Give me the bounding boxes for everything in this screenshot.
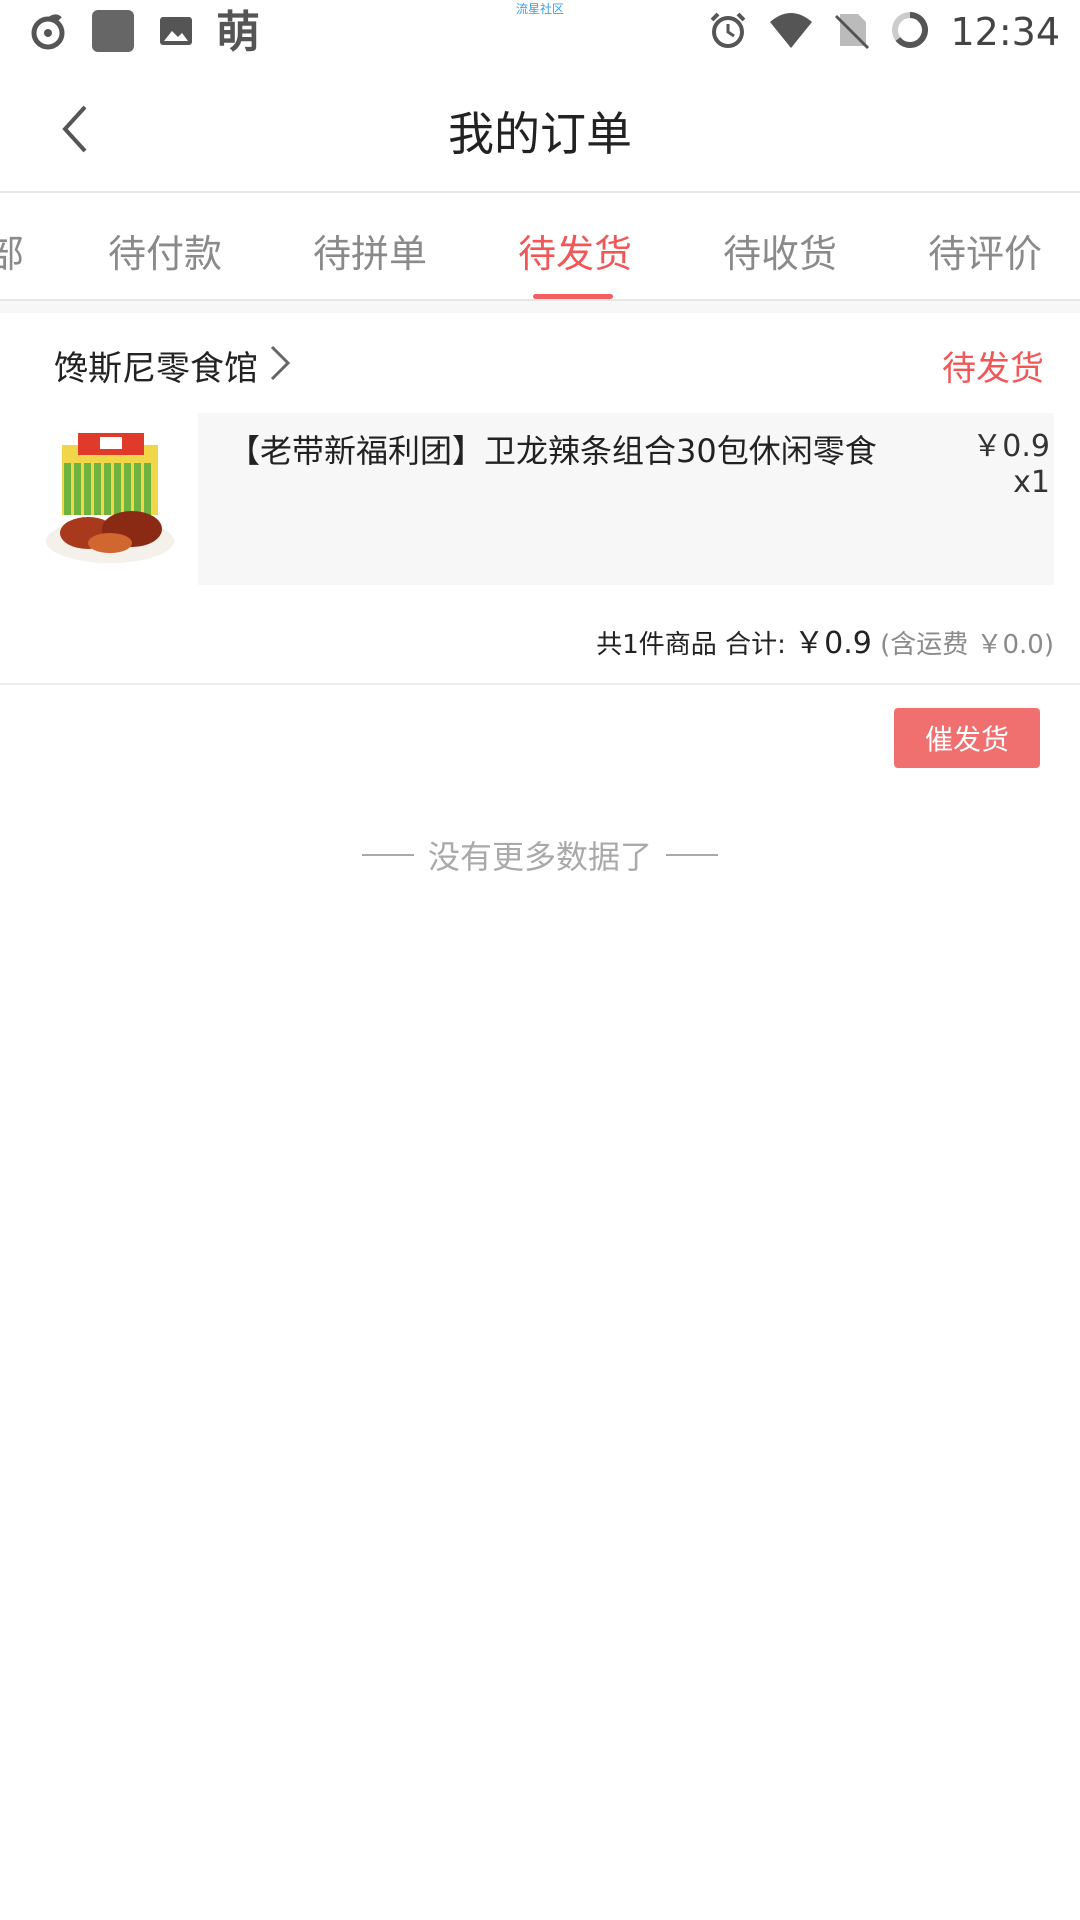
- order-status: 待发货: [942, 349, 1044, 389]
- no-sim-icon: [834, 10, 870, 54]
- status-right-icons: 12:34: [708, 10, 1060, 54]
- tab-all[interactable]: 部: [0, 223, 24, 278]
- divider-line-left: [361, 854, 414, 856]
- tab-pending-review[interactable]: 待评价: [928, 223, 1042, 278]
- product-thumbnail[interactable]: [40, 423, 182, 573]
- summary-count: 共1件商品 合计:: [596, 630, 786, 660]
- tab-pending-payment[interactable]: 待付款: [108, 223, 222, 278]
- chevron-right-icon: [268, 343, 292, 387]
- status-left-icons: 萌: [28, 8, 260, 58]
- shop-row[interactable]: 馋斯尼零食馆 待发货: [0, 313, 1080, 413]
- item-title: 【老带新福利团】卫龙辣条组合30包休闲零食: [228, 432, 877, 470]
- meng-app-icon: 萌: [216, 7, 260, 58]
- no-more-data-text: 没有更多数据了: [427, 838, 652, 876]
- wifi-icon: [768, 10, 814, 54]
- order-summary: 共1件商品 合计: ￥0.9 (含运费 ￥0.0): [596, 618, 1054, 662]
- no-more-data: 没有更多数据了: [0, 832, 1080, 878]
- tab-pending-shipment[interactable]: 待发货: [518, 223, 632, 278]
- urge-shipment-button[interactable]: 催发货: [894, 708, 1040, 768]
- item-price: ￥0.9: [972, 429, 1050, 464]
- item-quantity: x1: [1013, 465, 1050, 500]
- shop-name[interactable]: 馋斯尼零食馆: [54, 341, 258, 390]
- status-bar: 流星社区 萌 12:34: [0, 0, 1080, 66]
- image-icon: [158, 13, 194, 53]
- tab-pending-receipt[interactable]: 待收货: [723, 223, 837, 278]
- netease-music-icon: [28, 11, 68, 55]
- divider-line-right: [666, 854, 718, 856]
- battery-icon: [890, 10, 930, 54]
- app-square-icon: [90, 8, 136, 58]
- item-detail-box[interactable]: 【老带新福利团】卫龙辣条组合30包休闲零食 ￥0.9 x1: [198, 413, 1054, 585]
- summary-total: ￥0.9: [794, 626, 872, 661]
- order-item[interactable]: 【老带新福利团】卫龙辣条组合30包休闲零食 ￥0.9 x1: [0, 413, 1080, 585]
- order-tabs: 部 待付款 待拼单 待发货 待收货 待评价: [0, 193, 1080, 301]
- tab-pending-group[interactable]: 待拼单: [313, 223, 427, 278]
- active-tab-indicator: [533, 294, 613, 299]
- divider: [0, 683, 1080, 685]
- summary-shipping: (含运费 ￥0.0): [880, 630, 1054, 660]
- alarm-icon: [708, 10, 748, 54]
- page-title: 我的订单: [448, 107, 632, 161]
- section-gap: [0, 301, 1080, 313]
- app-header: 我的订单: [0, 66, 1080, 193]
- status-time: 12:34: [950, 10, 1060, 54]
